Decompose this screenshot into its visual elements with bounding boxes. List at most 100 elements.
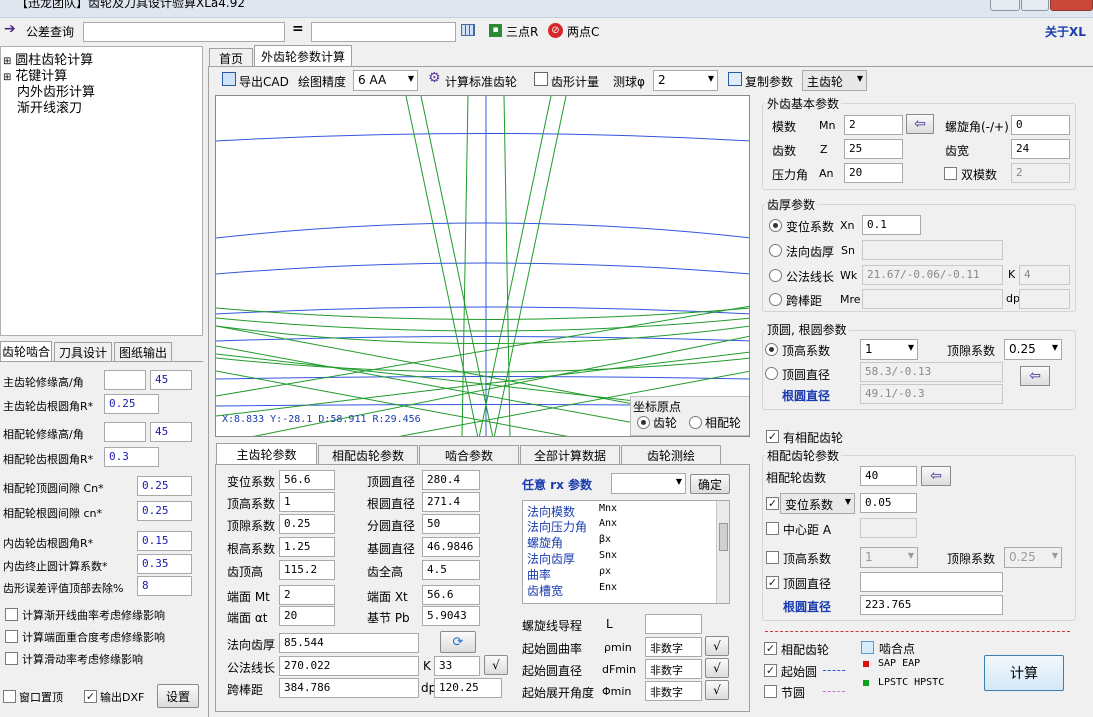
- helix-angle-input[interactable]: 0: [1011, 115, 1070, 135]
- gear-icon[interactable]: ⚙: [428, 70, 441, 86]
- root-dia-input[interactable]: 49.1/-0.3: [860, 384, 1003, 404]
- tab-tool-design[interactable]: 刀具设计: [54, 342, 112, 361]
- wk-input[interactable]: 21.67/-0.06/-0.11: [862, 265, 1003, 285]
- mate-shift-select[interactable]: 变位系数: [780, 493, 855, 514]
- param-whole-depth[interactable]: 4.5: [422, 560, 480, 580]
- export-cad-icon[interactable]: [222, 72, 236, 86]
- origin-mate-radio[interactable]: [689, 416, 702, 429]
- tab-gear-mesh[interactable]: 齿轮啮合: [0, 341, 52, 361]
- rx-confirm-button[interactable]: 确定: [690, 474, 730, 494]
- ball-select[interactable]: 2: [653, 70, 718, 91]
- param-pb[interactable]: 5.9043: [422, 606, 480, 626]
- tab-external-gear[interactable]: 外齿轮参数计算: [254, 45, 352, 67]
- mate-addendum-checkbox[interactable]: [766, 551, 779, 564]
- over-pin-dp[interactable]: 120.25: [434, 678, 502, 698]
- center-distance-input[interactable]: [860, 518, 917, 538]
- param-at[interactable]: 20: [279, 606, 335, 626]
- dual-module-input[interactable]: 2: [1011, 163, 1070, 183]
- settings-button[interactable]: 设置: [157, 684, 199, 708]
- mate-tip-checkbox[interactable]: ✓: [766, 576, 779, 589]
- rx-list-row[interactable]: 齿槽宽 Enx: [527, 582, 712, 598]
- two-point-label[interactable]: 两点C: [567, 23, 599, 40]
- no-entry-icon[interactable]: ⊘: [548, 23, 563, 38]
- about-link[interactable]: 关于XL: [1045, 23, 1086, 40]
- mre-radio[interactable]: [769, 293, 782, 306]
- mate-teeth-arrow-button[interactable]: ⇦: [921, 466, 951, 486]
- tab-gear-survey[interactable]: 齿轮测绘: [621, 445, 721, 465]
- calc-standard-label[interactable]: 计算标准齿轮: [445, 73, 517, 90]
- mate-edge-height[interactable]: [104, 422, 146, 442]
- internal-end-circle[interactable]: 0.35: [137, 554, 192, 574]
- profile-error-trim[interactable]: 8: [137, 576, 192, 596]
- rx-list[interactable]: 法向模数 Mnx 法向压力角 Anx 螺旋角 βx 法向齿厚 Snx 曲率 ρx 齿槽宽 E…: [522, 500, 730, 604]
- wk-radio[interactable]: [769, 269, 782, 282]
- pitch-circle-checkbox[interactable]: [764, 685, 777, 698]
- normal-thickness-radio[interactable]: [769, 244, 782, 257]
- calculate-button[interactable]: 计算: [984, 655, 1064, 691]
- normal-thickness[interactable]: 85.544: [279, 633, 419, 653]
- tab-mesh-params[interactable]: 啮合参数: [419, 445, 519, 465]
- rx-list-row[interactable]: 法向模数 Mnx: [527, 503, 712, 519]
- over-pin[interactable]: 384.786: [279, 678, 419, 698]
- three-point-icon[interactable]: ▪: [489, 24, 502, 37]
- mate-addendum-select[interactable]: 1: [860, 547, 918, 568]
- maximize-button[interactable]: [1021, 0, 1049, 11]
- check-curvature-edge[interactable]: [5, 608, 18, 621]
- param-tip-height[interactable]: 115.2: [279, 560, 335, 580]
- start-circle-checkbox[interactable]: ✓: [764, 664, 777, 677]
- param-root-dia[interactable]: 271.4: [422, 492, 480, 512]
- mate-clearance-select[interactable]: 0.25: [1004, 547, 1062, 568]
- span-length[interactable]: 270.022: [279, 656, 419, 676]
- addendum-select[interactable]: 1: [860, 339, 918, 360]
- wk-k-input[interactable]: 4: [1019, 265, 1070, 285]
- close-button[interactable]: [1050, 0, 1093, 11]
- mate-root-input[interactable]: 223.765: [860, 595, 1003, 615]
- refresh-button[interactable]: ⟳: [440, 631, 476, 653]
- rx-select[interactable]: [611, 473, 686, 494]
- param-pitch-dia[interactable]: 50: [422, 514, 480, 534]
- module-arrow-button[interactable]: ⇦: [906, 114, 934, 134]
- origin-gear-radio[interactable]: [637, 416, 650, 429]
- mate-tip-input[interactable]: [860, 572, 1003, 592]
- mate-root-fillet[interactable]: 0.3: [104, 447, 159, 467]
- helix-lead-input[interactable]: [645, 614, 702, 634]
- rx-list-scrollbar[interactable]: [716, 501, 729, 603]
- mate-shift-checkbox[interactable]: ✓: [766, 497, 779, 510]
- tab-all-data[interactable]: 全部计算数据: [520, 445, 620, 465]
- start-diameter-button[interactable]: √: [705, 658, 729, 678]
- shift-input[interactable]: 0.1: [862, 215, 921, 235]
- rx-list-row[interactable]: 法向压力角 Anx: [527, 518, 712, 534]
- tip-dia-arrow-button[interactable]: ⇦: [1020, 366, 1050, 386]
- gear-select[interactable]: 主齿轮: [802, 70, 867, 91]
- check-sliding-edge[interactable]: [5, 652, 18, 665]
- start-curvature-value[interactable]: 非数字: [645, 637, 702, 657]
- tab-main-gear-params[interactable]: 主齿轮参数: [216, 443, 317, 465]
- mate-edge-angle[interactable]: 45: [150, 422, 192, 442]
- main-root-fillet[interactable]: 0.25: [104, 394, 159, 414]
- pressure-angle-input[interactable]: 20: [844, 163, 903, 183]
- shift-radio[interactable]: [769, 219, 782, 232]
- table-icon[interactable]: [461, 24, 475, 36]
- param-tip-dia[interactable]: 280.4: [422, 470, 480, 490]
- tab-drawing-output[interactable]: 图纸输出: [114, 342, 172, 361]
- tolerance-input[interactable]: [83, 22, 285, 42]
- tip-dia-radio[interactable]: [765, 367, 778, 380]
- rx-list-row[interactable]: 螺旋角 βx: [527, 534, 712, 550]
- rx-list-row[interactable]: 法向齿厚 Snx: [527, 550, 712, 566]
- teeth-input[interactable]: 25: [844, 139, 903, 159]
- span-k[interactable]: 33: [434, 656, 480, 676]
- module-input[interactable]: 2: [844, 115, 903, 135]
- rx-list-row[interactable]: 曲率 ρx: [527, 566, 712, 582]
- param-xt[interactable]: 56.6: [422, 585, 480, 605]
- tooth-measure-label[interactable]: 齿形计量: [551, 73, 599, 90]
- dual-module-checkbox[interactable]: [944, 167, 957, 180]
- param-base-dia[interactable]: 46.9846: [422, 537, 480, 557]
- copy-params-label[interactable]: 复制参数: [745, 73, 793, 90]
- start-diameter-value[interactable]: 非数字: [645, 659, 702, 679]
- param-mt[interactable]: 2: [279, 585, 335, 605]
- output-dxf-checkbox[interactable]: ✓: [84, 690, 97, 703]
- tree-item-hob[interactable]: 渐开线滚刀: [17, 97, 82, 116]
- precision-select[interactable]: 6 AA: [353, 70, 418, 91]
- span-confirm-button[interactable]: √: [484, 655, 508, 675]
- tip-dia-input[interactable]: 58.3/-0.13: [860, 362, 1003, 382]
